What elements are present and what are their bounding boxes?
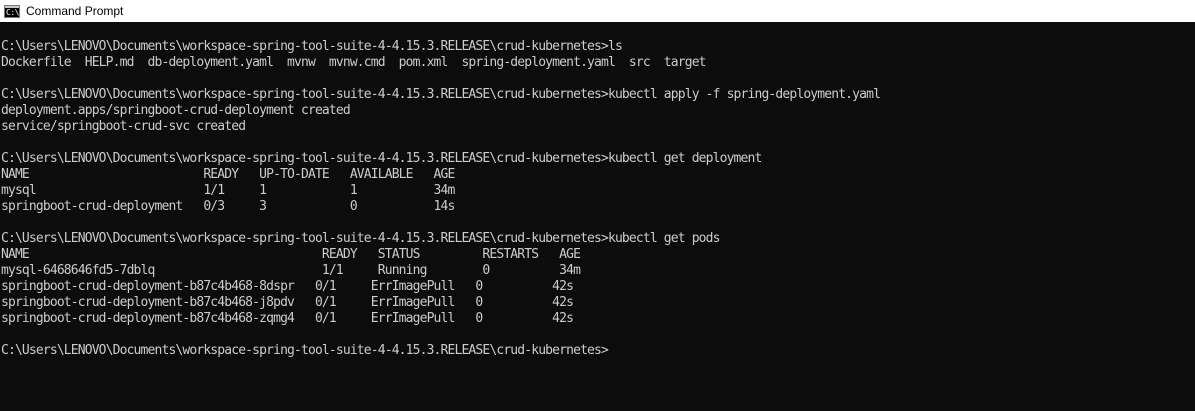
console-line: springboot-crud-deployment-b87c4b468-8ds… — [1, 279, 574, 294]
console-line: C:\Users\LENOVO\Documents\workspace-spri… — [1, 39, 623, 54]
command-prompt-window: C:\ Command Prompt C:\Users\LENOVO\Docum… — [0, 0, 1195, 411]
console-line: springboot-crud-deployment-b87c4b468-zqm… — [1, 311, 574, 326]
console-line: mysql 1/1 1 1 34m — [1, 183, 455, 198]
cmd-icon-glyph: C:\ — [6, 7, 19, 17]
console-line: mysql-6468646fd5-7dblq 1/1 Running 0 34m — [1, 263, 581, 278]
console-line: C:\Users\LENOVO\Documents\workspace-spri… — [1, 87, 881, 102]
cmd-icon: C:\ — [4, 4, 20, 18]
console-output[interactable]: C:\Users\LENOVO\Documents\workspace-spri… — [0, 22, 1195, 411]
console-line: springboot-crud-deployment 0/3 3 0 14s — [1, 199, 455, 214]
console-line: service/springboot-crud-svc created — [1, 119, 246, 134]
title-bar[interactable]: C:\ Command Prompt — [0, 0, 1195, 22]
console-line: C:\Users\LENOVO\Documents\workspace-spri… — [1, 151, 762, 166]
console-line: springboot-crud-deployment-b87c4b468-j8p… — [1, 295, 574, 310]
console-line: C:\Users\LENOVO\Documents\workspace-spri… — [1, 343, 609, 358]
console-line: deployment.apps/springboot-crud-deployme… — [1, 103, 351, 118]
window-title: Command Prompt — [26, 4, 124, 18]
console-line: C:\Users\LENOVO\Documents\workspace-spri… — [1, 231, 720, 246]
console-line: NAME READY UP-TO-DATE AVAILABLE AGE — [1, 167, 455, 182]
console-line: Dockerfile HELP.md db-deployment.yaml mv… — [1, 55, 707, 70]
console-line: NAME READY STATUS RESTARTS AGE — [1, 247, 581, 262]
